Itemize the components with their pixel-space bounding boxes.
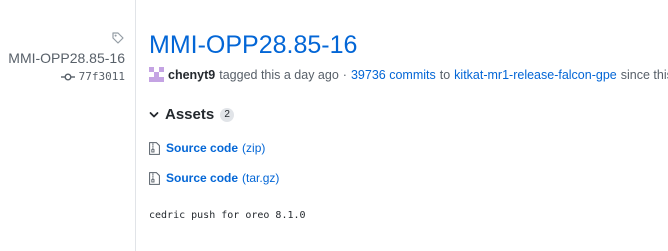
separator: · <box>342 67 347 82</box>
branch-link[interactable]: kitkat-mr1-release-falcon-gpe <box>454 68 617 82</box>
avatar[interactable] <box>149 67 164 82</box>
author-link[interactable]: chenyt9 <box>168 68 215 82</box>
tag-icon <box>112 32 124 44</box>
file-zip-icon <box>149 141 160 155</box>
commit-icon <box>60 73 75 80</box>
release-main: MMI-OPP28.85-16 chenyt9 tagged this a da… <box>149 0 668 251</box>
release-page: MMI-OPP28.85-16 77f3011 MMI-OPP28.85-16 … <box>0 0 668 251</box>
to-text: to <box>439 67 451 82</box>
file-zip-icon <box>149 171 160 185</box>
tag-name[interactable]: MMI-OPP28.85-16 <box>8 50 125 66</box>
asset-format: (tar.gz) <box>242 171 280 185</box>
assets-count-badge: 2 <box>220 107 235 122</box>
asset-label: Source code <box>166 171 239 185</box>
chevron-down-icon <box>149 111 159 117</box>
commits-link[interactable]: 39736 commits <box>351 68 436 82</box>
release-meta-sidebar: MMI-OPP28.85-16 77f3011 <box>0 0 136 251</box>
release-notes: cedric push for oreo 8.1.0 <box>149 210 306 221</box>
since-text: since this tag <box>620 67 668 82</box>
commit-sha: 77f3011 <box>78 70 125 83</box>
tagged-text: tagged this a day ago <box>219 67 339 82</box>
assets-toggle[interactable]: Assets 2 <box>149 106 235 123</box>
commit-link[interactable]: 77f3011 <box>60 70 125 83</box>
asset-label: Source code <box>166 141 239 155</box>
asset-link-tar-gz[interactable]: Source code (tar.gz) <box>149 171 279 185</box>
assets-label: Assets <box>165 106 215 123</box>
asset-format: (zip) <box>242 141 266 155</box>
release-title[interactable]: MMI-OPP28.85-16 <box>149 31 357 60</box>
asset-link-zip[interactable]: Source code (zip) <box>149 141 265 155</box>
release-byline: chenyt9 tagged this a day ago · 39736 co… <box>149 67 668 82</box>
